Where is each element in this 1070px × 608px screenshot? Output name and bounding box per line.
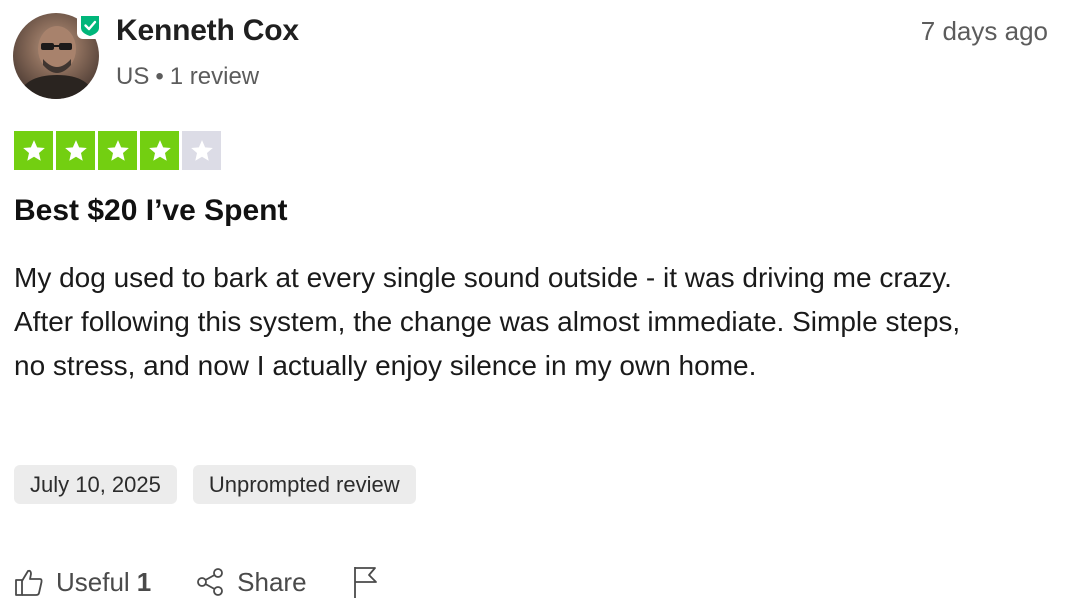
review-body: My dog used to bark at every single soun… xyxy=(14,262,961,381)
star-icon xyxy=(64,139,87,161)
thumbs-up-icon xyxy=(15,569,43,596)
verified-badge xyxy=(77,13,103,39)
useful-label: Useful xyxy=(56,566,130,597)
review-chips: July 10, 2025 Unprompted review xyxy=(14,465,416,504)
review-date-chip: July 10, 2025 xyxy=(14,465,177,504)
share-button[interactable]: Share xyxy=(195,566,307,598)
useful-count: 1 xyxy=(136,566,152,597)
review-actions: Useful 1 Share xyxy=(14,560,437,604)
verified-shield-icon xyxy=(81,16,99,36)
flag-icon xyxy=(353,567,377,598)
share-label: Share xyxy=(237,566,307,597)
star-3 xyxy=(98,131,137,170)
report-button[interactable] xyxy=(351,565,393,599)
useful-button[interactable]: Useful 1 xyxy=(14,567,151,598)
avatar[interactable] xyxy=(13,13,103,101)
star-icon xyxy=(22,139,45,161)
review-title[interactable]: Best $20 I’ve Spent xyxy=(14,194,287,228)
review-time-ago: 7 days ago xyxy=(920,16,1048,46)
reviewer-name[interactable]: Kenneth Cox xyxy=(116,14,299,48)
share-icon xyxy=(197,568,224,596)
star-icon xyxy=(106,139,129,161)
reviewer-meta: US • 1 review xyxy=(116,63,259,91)
reviewer-country: US xyxy=(116,63,150,90)
star-1 xyxy=(14,131,53,170)
review-card: Kenneth Cox US • 1 review 7 days ago Best … xyxy=(0,0,1070,608)
reviewer-review-count[interactable]: 1 review xyxy=(170,63,259,90)
star-5 xyxy=(182,131,221,170)
review-type-chip[interactable]: Unprompted review xyxy=(192,465,416,504)
star-4 xyxy=(140,131,179,170)
star-icon xyxy=(190,139,213,161)
star-rating xyxy=(14,131,221,170)
meta-separator: • xyxy=(155,63,164,90)
star-2 xyxy=(56,131,95,170)
star-icon xyxy=(148,139,171,161)
